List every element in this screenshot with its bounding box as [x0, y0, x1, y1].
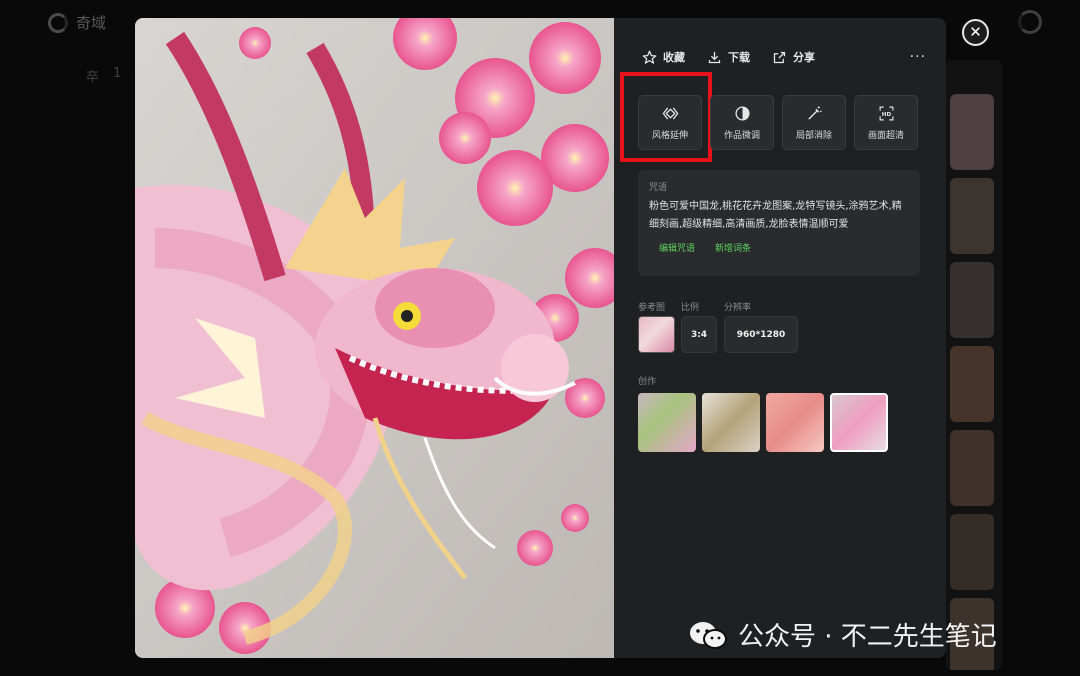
star-icon	[642, 50, 657, 64]
creation-thumbnail-selected[interactable]	[830, 393, 888, 452]
favorite-label: 收藏	[663, 51, 685, 64]
creations-list	[638, 393, 888, 452]
tool-label: 作品微调	[723, 130, 760, 141]
tool-label: 局部消除	[795, 130, 832, 141]
share-icon	[773, 51, 786, 63]
prompt-links: 编辑咒语 新增词条	[649, 241, 909, 254]
svg-text:HD: HD	[881, 111, 891, 117]
creation-thumbnail[interactable]	[638, 393, 696, 452]
detail-panel: 收藏 下载 分享 ··· 风格延伸 作品微调 局部消除 HD 画面超清 咒语 粉…	[614, 18, 946, 658]
more-options-button[interactable]: ···	[910, 49, 926, 65]
creation-thumbnail[interactable]	[766, 393, 824, 452]
resolution-value: 960*1280	[724, 316, 798, 353]
prompt-label: 咒语	[649, 183, 668, 193]
reference-label: 参考图	[638, 303, 666, 313]
download-button[interactable]: 下载	[707, 49, 750, 65]
tool-row: 风格延伸 作品微调 局部消除 HD 画面超清	[638, 95, 918, 150]
edit-prompt-link[interactable]: 编辑咒语	[659, 241, 695, 254]
dragon-artwork	[135, 18, 614, 658]
style-extend-icon	[662, 106, 678, 120]
generated-image[interactable]	[135, 18, 614, 658]
download-label: 下载	[728, 51, 750, 64]
watermark: 公众号 · 不二先生笔记	[688, 616, 997, 653]
watermark-text: 公众号 · 不二先生笔记	[738, 622, 997, 652]
ratio-label: 比例	[681, 303, 700, 313]
tool-label: 风格延伸	[651, 130, 688, 141]
magic-wand-icon	[807, 105, 822, 120]
prompt-card: 咒语 粉色可爱中国龙,桃花花卉龙图案,龙特写镜头,涂鸦艺术,精细刻画,超级精细,…	[638, 170, 920, 276]
tool-label: 画面超清	[867, 130, 904, 141]
favorite-button[interactable]: 收藏	[642, 49, 685, 65]
fine-tune-button[interactable]: 作品微调	[710, 95, 774, 150]
fine-tune-icon	[734, 105, 750, 121]
wechat-icon	[690, 621, 727, 649]
creations-label: 创作	[638, 377, 657, 387]
ratio-value: 3:4	[681, 316, 717, 353]
action-bar: 收藏 下载 分享 ···	[642, 48, 926, 66]
add-term-link[interactable]: 新增词条	[715, 241, 751, 254]
reference-image[interactable]	[638, 316, 675, 353]
hd-upscale-button[interactable]: HD 画面超清	[854, 95, 918, 150]
hd-icon: HD	[879, 106, 893, 120]
creation-thumbnail[interactable]	[702, 393, 760, 452]
partial-erase-button[interactable]: 局部消除	[782, 95, 846, 150]
share-button[interactable]: 分享	[772, 49, 815, 65]
close-button[interactable]: ✕	[962, 19, 989, 46]
prompt-text: 粉色可爱中国龙,桃花花卉龙图案,龙特写镜头,涂鸦艺术,精细刻画,超级精细,高清画…	[649, 201, 902, 230]
style-extend-button[interactable]: 风格延伸	[638, 95, 702, 150]
share-label: 分享	[793, 51, 815, 64]
resolution-label: 分辨率	[724, 303, 752, 313]
image-detail-modal: 收藏 下载 分享 ··· 风格延伸 作品微调 局部消除 HD 画面超清 咒语 粉…	[135, 18, 946, 658]
download-icon	[708, 51, 721, 63]
